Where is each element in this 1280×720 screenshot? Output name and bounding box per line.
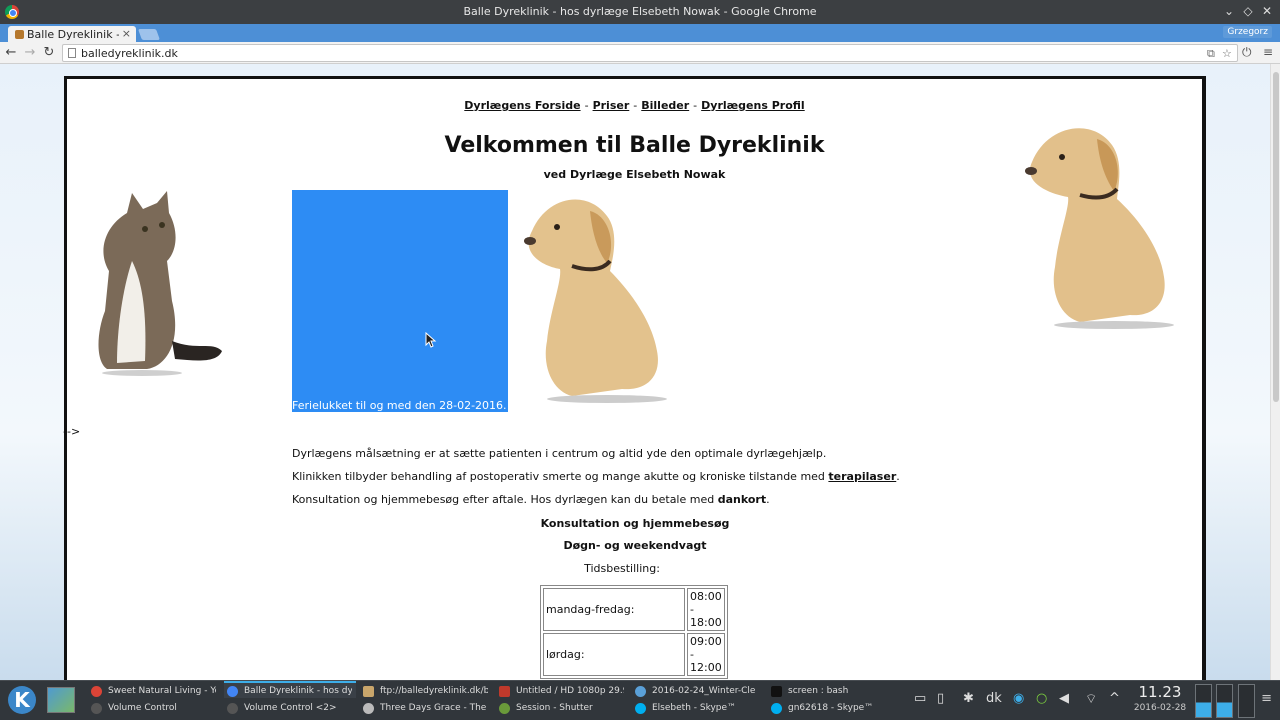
nav-link-forside[interactable]: Dyrlægens Forside [464, 99, 580, 112]
update-icon[interactable]: ◉ [1013, 691, 1024, 706]
new-tab-button[interactable] [137, 29, 161, 40]
holiday-banner: Ferielukket til og med den 28-02-2016. [292, 190, 508, 412]
site-page: Dyrlægens Forside - Priser - Billeder - Dyrlæg… [63, 76, 1206, 680]
task-item[interactable]: Volume Control [88, 700, 220, 717]
clipboard-icon[interactable]: ▭ [914, 691, 926, 706]
tab-close-icon[interactable]: × [122, 27, 131, 40]
wifi-icon[interactable]: ⌔ [1085, 691, 1097, 707]
power-icon[interactable]: ⏻ [1242, 45, 1252, 60]
notes-icon[interactable]: ○ [1036, 691, 1047, 706]
consultation-heading: Konsultation og hjemmebesøg [540, 517, 730, 530]
kde-taskbar: K Sweet Natural Living - Yo Balle Dyrekl… [0, 680, 1280, 720]
hours-time: 09:00-12:00 [687, 633, 725, 676]
mouse-cursor-icon [425, 332, 437, 348]
mission-paragraph: Dyrlægens målsætning er at sætte patient… [292, 447, 827, 460]
volume-icon[interactable]: ◀ [1059, 691, 1069, 706]
page-icon [68, 48, 76, 58]
task-item[interactable]: screen : bash [768, 683, 900, 700]
translate-icon[interactable]: ⧉ [1207, 47, 1215, 61]
task-item-active[interactable]: Balle Dyreklinik - hos dy [224, 681, 356, 698]
opening-hours-table: mandag-fredag: 08:00-18:00 lørdag: 09:00… [540, 585, 728, 679]
activity-meter[interactable] [1216, 684, 1233, 718]
table-row: lørdag: 09:00-12:00 [543, 633, 725, 676]
tab-strip: Balle Dyreklinik - hos × Grzegorz [0, 24, 1280, 42]
task-item[interactable]: gn62618 - Skype™ [768, 700, 900, 717]
clock[interactable]: 11.23 2016-02-28 [1128, 683, 1192, 713]
hours-time: 08:00-18:00 [687, 588, 725, 631]
close-window-icon[interactable]: ✕ [1260, 4, 1274, 18]
page-scrollbar[interactable] [1270, 64, 1280, 680]
cat-image [98, 191, 222, 376]
site-favicon-icon [15, 30, 24, 39]
payment-paragraph: Konsultation og hjemmebesøg efter aftale… [292, 493, 770, 506]
holiday-banner-caption: Ferielukket til og med den 28-02-2016. [292, 399, 507, 412]
tray-expand-icon[interactable]: ^ [1109, 691, 1120, 706]
tab-label: Balle Dyreklinik - hos [27, 28, 119, 41]
terapilaser-link[interactable]: terapilaser [828, 470, 896, 483]
page-viewport: Dyrlægens Forside - Priser - Billeder - Dyrlæg… [0, 64, 1280, 680]
tab-balle-dyreklinik[interactable]: Balle Dyreklinik - hos × [8, 26, 136, 42]
task-item[interactable]: Three Days Grace - The H [360, 700, 492, 717]
dog-image-center [524, 199, 667, 403]
back-icon[interactable]: ← [4, 45, 18, 60]
reload-icon[interactable]: ↻ [42, 45, 56, 60]
task-item[interactable]: Untitled / HD 1080p 29.9 [496, 683, 628, 700]
bookmark-star-icon[interactable]: ☆ [1222, 47, 1232, 60]
activity-meter[interactable] [1195, 684, 1212, 718]
kde-launcher-icon[interactable]: K [8, 686, 36, 714]
nav-link-profil[interactable]: Dyrlægens Profil [701, 99, 805, 112]
booking-label: Tidsbestilling: [584, 562, 660, 575]
site-nav: Dyrlægens Forside - Priser - Billeder - Dyrlæg… [464, 99, 805, 112]
clock-date: 2016-02-28 [1133, 703, 1187, 713]
task-item[interactable]: Session - Shutter [496, 700, 628, 717]
forward-icon[interactable]: → [23, 45, 37, 60]
stray-comment-text: --> [63, 425, 81, 438]
url-text[interactable]: balledyreklinik.dk [81, 47, 178, 60]
profile-button[interactable]: Grzegorz [1223, 26, 1272, 38]
table-row: mandag-fredag: 08:00-18:00 [543, 588, 725, 631]
scrollbar-thumb[interactable] [1273, 72, 1279, 402]
emergency-heading: Døgn- og weekendvagt [563, 539, 707, 552]
battery-icon[interactable]: ▯ [937, 691, 944, 706]
task-item[interactable]: ftp://balledyreklinik.dk/b [360, 683, 492, 700]
treatment-paragraph: Klinikken tilbyder behandling af postope… [292, 470, 900, 483]
clock-time: 11.23 [1138, 683, 1182, 701]
panel-menu-icon[interactable]: ≡ [1261, 691, 1272, 706]
dog-image-right [1025, 128, 1174, 329]
chrome-menu-icon[interactable]: ≡ [1263, 45, 1273, 59]
task-item[interactable]: 2016-02-24_Winter-Cle [632, 683, 764, 700]
browser-toolbar: ← → ↻ balledyreklinik.dk ⧉ ☆ ⏻ ≡ [0, 42, 1280, 64]
nav-link-priser[interactable]: Priser [593, 99, 630, 112]
task-item[interactable]: Volume Control <2> [224, 700, 356, 717]
minimize-icon[interactable]: ⌄ [1222, 4, 1236, 18]
keyboard-layout[interactable]: dk [986, 691, 1002, 706]
address-bar[interactable]: balledyreklinik.dk ⧉ ☆ [62, 44, 1238, 62]
desktop-pager-icon[interactable] [47, 687, 75, 713]
hours-day: mandag-fredag: [543, 588, 685, 631]
window-titlebar: Balle Dyreklinik - hos dyrlæge Elsebeth … [0, 0, 1280, 24]
task-item[interactable]: Elsebeth - Skype™ [632, 700, 764, 717]
hours-day: lørdag: [543, 633, 685, 676]
dankort-text: dankort [717, 493, 767, 506]
window-title: Balle Dyreklinik - hos dyrlæge Elsebeth … [463, 5, 817, 18]
task-item[interactable]: Sweet Natural Living - Yo [88, 683, 220, 700]
activity-meter[interactable] [1238, 684, 1255, 718]
maximize-icon[interactable]: ◇ [1241, 4, 1255, 18]
bluetooth-icon[interactable]: ✱ [963, 691, 974, 706]
nav-link-billeder[interactable]: Billeder [641, 99, 689, 112]
